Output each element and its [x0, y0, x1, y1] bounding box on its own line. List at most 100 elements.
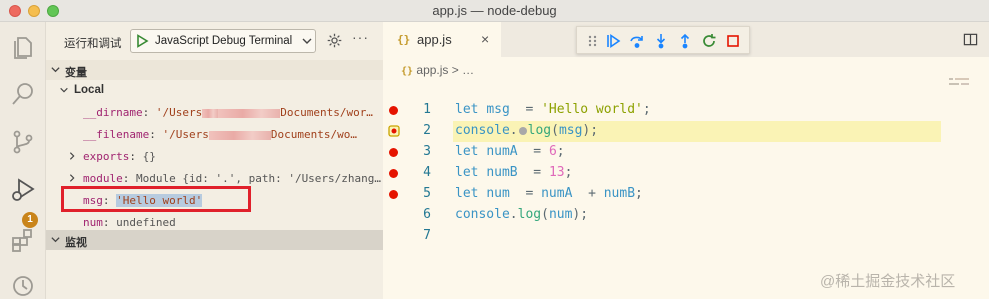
variable-value: '/Users: [155, 106, 203, 119]
current-execution-breakpoint-icon[interactable]: [388, 125, 400, 137]
code-token: console: [455, 207, 510, 222]
code-token: let: [455, 102, 487, 117]
code-line[interactable]: 4 let numB = 13;: [383, 163, 989, 184]
code-token: numB: [603, 186, 636, 201]
watch-header-label: 监视: [65, 237, 87, 249]
start-debugging-icon[interactable]: [134, 33, 150, 49]
chevron-down-icon: [51, 67, 60, 73]
code-text: console. log(msg);: [455, 123, 598, 138]
variable-value: Module {id: '.', path: '/Users/zhang…: [136, 172, 382, 185]
code-token: =: [517, 144, 549, 159]
variable-value: '/Users: [162, 128, 209, 141]
code-token: num: [486, 186, 510, 201]
launch-config-label: JavaScript Debug Terminal: [155, 35, 293, 47]
code-line[interactable]: 1 let msg = 'Hello world';: [383, 100, 989, 121]
code-token: log: [527, 123, 552, 138]
inline-breakpoint-icon[interactable]: [518, 126, 527, 135]
variable-row[interactable]: __dirname: '/Users Documents/wor…: [46, 102, 383, 124]
redacted-text: [208, 130, 271, 140]
code-token: ;: [642, 102, 651, 117]
code-token: );: [572, 207, 589, 222]
code-token: let: [455, 165, 487, 180]
breakpoint-icon[interactable]: [389, 169, 398, 178]
variable-name: exports: [83, 150, 130, 163]
step-into-icon[interactable]: [653, 33, 669, 49]
variable-name: num: [83, 216, 103, 229]
minimap[interactable]: [949, 77, 973, 87]
activity-bar: 1: [0, 22, 46, 299]
title-bar: app.js — node-debug: [0, 0, 989, 22]
line-number: 5: [423, 186, 431, 201]
variable-value: Documents/wo…: [270, 128, 357, 141]
variable-name: module: [83, 172, 123, 185]
code-token: log: [517, 207, 542, 222]
run-debug-header: 运行和调试 JavaScript Debug Terminal ···: [46, 22, 383, 60]
code-token: msg: [558, 123, 583, 138]
restart-icon[interactable]: [701, 33, 717, 49]
launch-config-select[interactable]: JavaScript Debug Terminal: [130, 29, 316, 53]
code-token: ;: [564, 165, 573, 180]
step-over-icon[interactable]: [629, 33, 645, 49]
json-file-icon: {}: [397, 33, 411, 46]
timeline-icon[interactable]: [9, 272, 37, 299]
variables-section-header[interactable]: 变量: [46, 60, 383, 80]
breakpoint-icon[interactable]: [389, 190, 398, 199]
run-debug-icon[interactable]: [9, 176, 37, 204]
gear-icon[interactable]: [326, 32, 343, 49]
code-line[interactable]: 5 let num = numA + numB;: [383, 184, 989, 205]
extensions-icon[interactable]: [9, 226, 37, 254]
breadcrumb-path: app.js > …: [416, 63, 475, 77]
code-text: let numA = 6;: [455, 144, 565, 159]
breadcrumb[interactable]: {} app.js > …: [401, 63, 474, 77]
code-line[interactable]: 6 console.log(num);: [383, 205, 989, 226]
stop-icon[interactable]: [725, 33, 741, 49]
code-token: ;: [556, 144, 565, 159]
code-token: =: [509, 186, 542, 201]
chevron-down-icon: [51, 237, 60, 243]
code-token: numA: [486, 144, 518, 159]
close-tab-button[interactable]: ×: [481, 31, 489, 47]
run-debug-sidebar: 运行和调试 JavaScript Debug Terminal ··· 变量 L…: [46, 22, 383, 299]
split-editor-icon[interactable]: [963, 32, 978, 47]
continue-icon[interactable]: [605, 33, 621, 49]
code-line[interactable]: 3 let numA = 6;: [383, 142, 989, 163]
line-number: 1: [423, 102, 431, 117]
local-scope-row[interactable]: Local: [46, 80, 383, 102]
chevron-right-icon: [69, 152, 75, 160]
tab-label: app.js: [417, 32, 452, 47]
search-icon[interactable]: [9, 80, 37, 108]
watch-section-header[interactable]: 监视: [46, 230, 383, 250]
code-token: numB: [486, 165, 518, 180]
variable-row[interactable]: __filename: '/Users Documents/wo…: [46, 124, 383, 146]
line-number: 4: [423, 165, 431, 180]
variable-value: {}: [142, 150, 156, 163]
chevron-right-icon: [69, 174, 75, 182]
watermark-text: @稀土掘金技术社区: [820, 273, 956, 290]
explorer-icon[interactable]: [9, 32, 37, 60]
line-number: 7: [423, 228, 431, 243]
breakpoint-icon[interactable]: [389, 106, 398, 115]
drag-handle-icon[interactable]: [585, 33, 601, 49]
step-out-icon[interactable]: [677, 33, 693, 49]
variable-row[interactable]: exports: {}: [46, 146, 383, 168]
variable-name: __dirname: [83, 106, 143, 119]
code-token: =: [517, 165, 549, 180]
code-token: .: [509, 207, 518, 222]
breakpoint-icon[interactable]: [389, 148, 398, 157]
code-line[interactable]: 2 console. log(msg);: [383, 121, 989, 142]
run-debug-title: 运行和调试: [64, 38, 122, 50]
code-line[interactable]: 7: [383, 226, 989, 247]
code-token: +: [572, 186, 604, 201]
variables-header-label: 变量: [65, 67, 87, 79]
variable-value: Documents/wor…: [280, 106, 373, 119]
code-token: 'Hello world': [541, 102, 643, 117]
redacted-text: [202, 108, 219, 118]
tab-app-js[interactable]: {} app.js ×: [383, 22, 501, 57]
code-token: 6: [548, 144, 557, 159]
code-text: let msg = 'Hello world';: [455, 102, 651, 117]
source-control-icon[interactable]: [9, 128, 37, 156]
code-token: console: [455, 123, 510, 138]
editor-area: {} app.js × {} app.js > … 1 let msg = 'He…: [383, 22, 989, 299]
more-actions-button[interactable]: ···: [352, 29, 369, 45]
chevron-down-icon: [302, 38, 312, 44]
